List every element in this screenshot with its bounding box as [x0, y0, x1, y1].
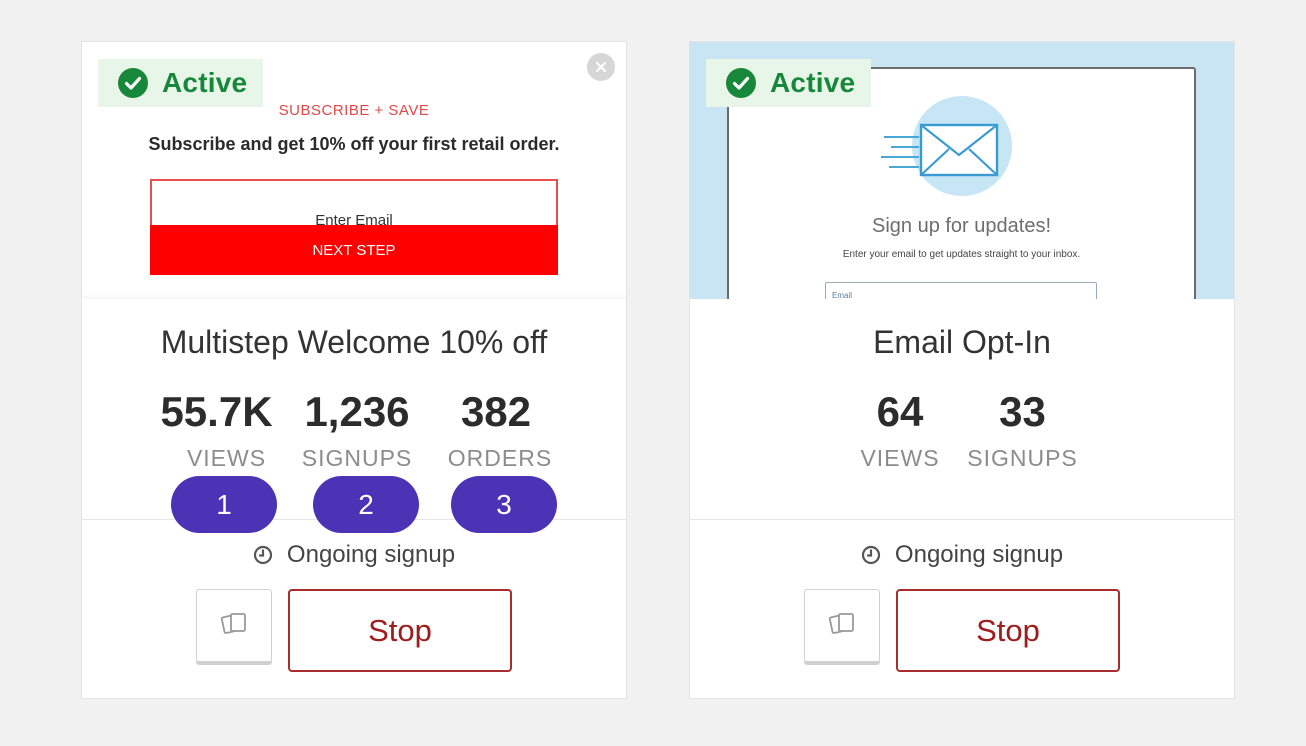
clock-icon	[253, 545, 273, 565]
step-badge-1: 1	[171, 476, 277, 533]
stats-row: 64 VIEWS 33 SIGNUPS	[845, 386, 1090, 472]
clock-icon	[861, 545, 881, 565]
copy-icon	[219, 608, 249, 643]
stat-label: SIGNUPS	[967, 445, 1078, 471]
campaign-title: Email Opt-In	[873, 324, 1051, 360]
stat-views: 64 VIEWS	[845, 386, 955, 472]
close-icon[interactable]	[587, 53, 615, 81]
preview-headline: Subscribe and get 10% off your first ret…	[148, 134, 560, 154]
stat-label: VIEWS	[186, 445, 267, 471]
step-badge-3: 3	[451, 476, 557, 533]
stat-orders: 382 ORDERS	[431, 386, 561, 472]
campaign-card: SUBSCRIBE + SAVE Subscribe and get 10% o…	[81, 41, 627, 699]
stat-value: 64	[876, 388, 924, 435]
stat-views: 55.7K VIEWS	[150, 386, 283, 472]
stat-value: 55.7K	[160, 388, 273, 435]
status-text: Active	[162, 67, 248, 98]
preview-email-field: Email	[825, 282, 1097, 299]
stat-label: VIEWS	[860, 445, 940, 471]
campaign-preview[interactable]: Sign up for updates! Enter your email to…	[690, 42, 1234, 299]
schedule-row: Ongoing signup	[690, 541, 1234, 569]
stat-label: ORDERS	[447, 445, 553, 471]
status-text: Active	[770, 67, 856, 98]
divider	[690, 519, 1234, 520]
preview-subtitle: Enter your email to get updates straight…	[842, 249, 1081, 260]
stat-value: 382	[460, 388, 532, 435]
stat-label: SIGNUPS	[301, 445, 413, 471]
preview-title: Sign up for updates!	[871, 215, 1051, 237]
stats-row: 55.7K VIEWS 1,236 SIGNUPS 382 ORDERS	[148, 386, 561, 472]
schedule-text: Ongoing signup	[894, 541, 1064, 568]
check-circle-icon	[118, 68, 148, 98]
status-badge: Active	[706, 59, 872, 107]
stop-button[interactable]: Stop	[288, 589, 512, 672]
campaign-card: Sign up for updates! Enter your email to…	[689, 41, 1235, 699]
stat-signups: 1,236 SIGNUPS	[283, 386, 431, 472]
stat-value: 1,236	[304, 388, 410, 435]
preview-email-input: Enter Email	[150, 179, 558, 225]
envelope-icon	[881, 123, 999, 177]
check-circle-icon	[726, 68, 756, 98]
preview-next-step-button: NEXT STEP	[150, 225, 558, 275]
schedule-row: Ongoing signup	[82, 541, 626, 569]
duplicate-button[interactable]	[804, 589, 880, 665]
stop-button[interactable]: Stop	[896, 589, 1120, 672]
campaign-preview[interactable]: SUBSCRIBE + SAVE Subscribe and get 10% o…	[82, 42, 626, 299]
preview-email-placeholder: Enter Email	[315, 212, 393, 225]
schedule-text: Ongoing signup	[286, 541, 456, 568]
copy-icon	[827, 608, 857, 643]
stat-signups: 33 SIGNUPS	[955, 386, 1090, 472]
status-badge: Active	[98, 59, 264, 107]
duplicate-button[interactable]	[196, 589, 272, 665]
stat-value: 33	[999, 388, 1046, 435]
campaign-title: Multistep Welcome 10% off	[160, 324, 548, 360]
step-badge-2: 2	[313, 476, 419, 533]
